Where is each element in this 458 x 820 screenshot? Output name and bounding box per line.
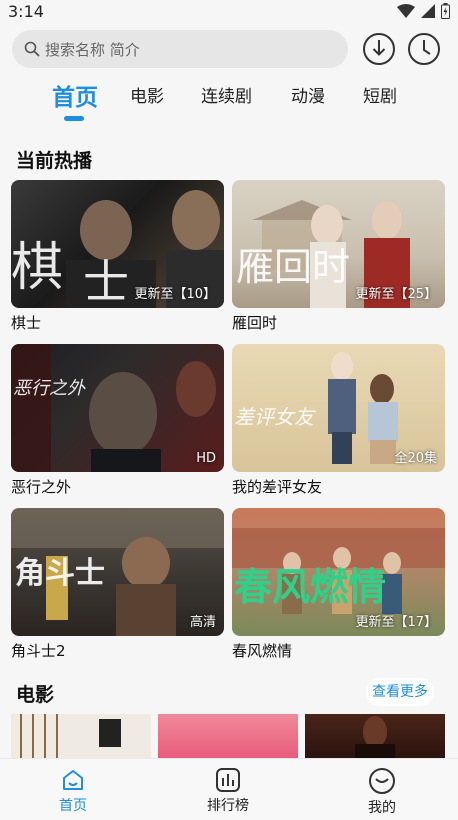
svg-text:雁回时: 雁回时 [236,245,350,289]
tab-movie[interactable]: 电影 [130,82,164,107]
video-card[interactable]: 角斗士 高清 角斗士2 [11,508,224,661]
poster-title-art: 角斗士 [15,556,105,591]
poster-title-art: 恶行之外 [13,378,85,399]
poster-image: 棋 士 更新至【10】 [11,180,224,308]
search-row: 搜索名称 简介 [0,28,458,72]
search-placeholder: 搜索名称 简介 [45,40,140,59]
episode-badge: 更新至【10】 [134,287,216,302]
status-time: 3:14 [8,2,44,21]
chart-icon [216,768,240,792]
poster-image: 角斗士 高清 [11,508,224,636]
nav-home[interactable]: 首页 [33,767,113,815]
section-title-hot: 当前热播 [16,150,93,172]
poster-image: 恶行之外 HD [11,344,224,472]
download-icon[interactable] [362,32,396,66]
video-card[interactable]: 差评女友 全20集 我的差评女友 [232,344,445,497]
video-title: 角斗士2 [11,642,66,660]
home-icon [63,770,83,790]
video-card[interactable]: 恶行之外 HD 恶行之外 [11,344,224,497]
video-title: 雁回时 [232,314,278,332]
wifi-icon [397,4,415,18]
video-card[interactable]: 春风燃情 更新至【17】 春风燃情 [232,508,445,661]
section-title-movie: 电影 [16,684,55,706]
svg-text:士: 士 [83,255,129,308]
video-card[interactable]: 棋 士 更新至【10】 棋士 [11,180,224,333]
history-icon[interactable] [407,32,441,66]
search-icon [24,41,40,57]
video-card[interactable]: 雁回时 更新至【25】 雁回时 [232,180,445,333]
episode-badge: 更新至【25】 [355,287,437,302]
nav-label: 首页 [59,798,87,814]
nav-ranking[interactable]: 排行榜 [188,767,268,815]
see-more-button[interactable]: 查看更多 [366,678,434,706]
episode-badge: 全20集 [394,451,437,466]
bottom-navigation: 首页 排行榜 我的 [0,758,458,820]
svg-text:春风燃情: 春风燃情 [234,564,386,609]
video-title: 棋士 [11,314,42,332]
tab-active-indicator [64,116,84,121]
episode-badge: 更新至【17】 [355,615,437,630]
svg-text:差评女友: 差评女友 [234,405,317,429]
movie-poster[interactable] [305,714,445,759]
nav-label: 排行榜 [207,798,249,814]
poster-image: 差评女友 全20集 [232,344,445,472]
movie-poster[interactable] [11,714,151,759]
nav-label: 我的 [368,800,396,816]
video-title: 春风燃情 [232,642,293,660]
svg-text:棋: 棋 [11,238,63,298]
tab-series[interactable]: 连续剧 [201,82,252,107]
profile-icon [369,768,395,794]
nav-profile[interactable]: 我的 [342,767,422,817]
video-title: 恶行之外 [11,478,72,496]
poster-image: 雁回时 更新至【25】 [232,180,445,308]
tab-short-drama[interactable]: 短剧 [363,82,397,107]
poster-image: 春风燃情 更新至【17】 [232,508,445,636]
status-bar: 3:14 [0,0,458,26]
episode-badge: HD [196,451,216,466]
status-icons [397,3,450,19]
signal-icon [421,4,435,18]
tab-home[interactable]: 首页 [52,78,98,112]
category-tabs: 首页 电影 连续剧 动漫 短剧 [0,76,458,124]
tab-anime[interactable]: 动漫 [291,82,325,107]
battery-icon [441,3,450,19]
video-title: 我的差评女友 [232,478,323,496]
quality-badge: 高清 [189,615,216,630]
search-input[interactable]: 搜索名称 简介 [12,30,348,68]
movie-poster[interactable] [158,714,298,759]
